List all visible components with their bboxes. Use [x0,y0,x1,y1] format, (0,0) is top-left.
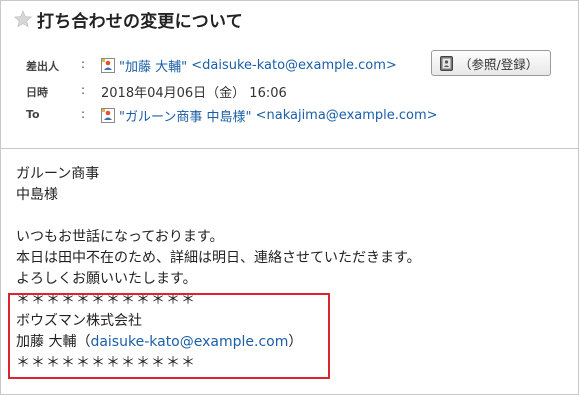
date-row: 日時 : 2018年04月06日（金） 16:06 [1,82,578,101]
from-label: 差出人 [26,60,59,73]
to-colon: : [81,107,86,121]
title-row: 打ち合わせの変更について [13,7,243,32]
address-book-icon [440,55,453,71]
date-value-wrap: 2018年04月06日（金） 16:06 [101,82,287,101]
address-reference-button[interactable]: （参照/登録） [431,50,551,76]
body-line: 中島様 [16,187,58,203]
header-divider [1,148,578,149]
from-name-link[interactable]: "加藤 大輔" [119,56,187,75]
to-value: "ガルーン商事 中島様" <nakajima@example.com> [101,106,438,125]
date-colon: : [81,83,86,97]
star-icon[interactable] [13,9,33,29]
from-colon: : [81,57,86,71]
date-value: 2018年04月06日（金） 16:06 [101,86,287,101]
to-label: To [26,108,40,121]
body-line: ガルーン商事 [16,166,100,182]
to-name-link[interactable]: "ガルーン商事 中島様" [119,106,251,125]
body-line [16,206,421,227]
from-value: "加藤 大輔" <daisuke-kato@example.com> [101,56,397,75]
from-email-link[interactable]: <daisuke-kato@example.com> [191,58,397,73]
date-label: 日時 [26,86,48,99]
signature-highlight-box [8,293,330,379]
message-title: 打ち合わせの変更について [37,11,243,32]
to-row: To : "ガルーン商事 中島様" <nakajima@example.com> [1,106,578,125]
address-reference-label: （参照/登録） [459,56,539,72]
from-row: 差出人 : "加藤 大輔" <daisuke-kato@example.com>… [1,50,578,76]
body-line: いつもお世話になっております。 [16,229,224,245]
body-line: よろしくお願いいたします。 [16,271,197,287]
message-view: 打ち合わせの変更について 差出人 : "加藤 大輔" <daisuke-kato… [0,0,579,395]
user-icon [101,108,115,123]
to-email-link[interactable]: <nakajima@example.com> [256,108,438,123]
user-icon [101,58,115,73]
body-line: 本日は田中不在のため、詳細は明日、連絡させていただきます。 [16,250,421,266]
